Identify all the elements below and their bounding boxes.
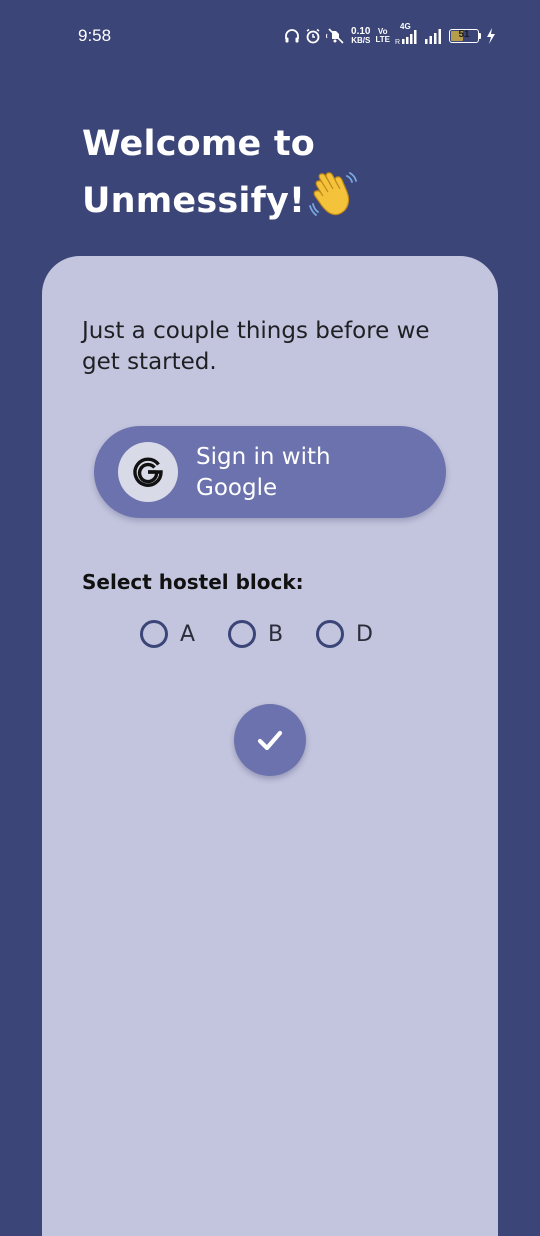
google-sign-in-button[interactable]: Sign in with Google: [94, 426, 446, 518]
network-speed-unit: KB/S: [351, 36, 371, 45]
status-icons: 0.10 KB/S Vo LTE 4G R 51: [284, 23, 496, 48]
alarm-icon: [305, 28, 321, 44]
welcome-title-line2: Unmessify!: [82, 181, 306, 221]
onboarding-card: Just a couple things before we get start…: [42, 256, 498, 1236]
google-label-line1: Sign in with: [196, 444, 331, 470]
signal-icon: [424, 28, 444, 44]
status-time: 9:58: [78, 26, 112, 45]
welcome-title: Welcome to Unmessify!: [82, 118, 502, 233]
radio-button-b[interactable]: [228, 620, 256, 648]
google-label-line2: Google: [196, 475, 278, 501]
radio-label-d: D: [356, 621, 373, 647]
radio-option-d[interactable]: D: [316, 620, 382, 648]
headphones-icon: [284, 28, 300, 44]
intro-text: Just a couple things before we get start…: [82, 318, 430, 375]
radio-label-b: B: [268, 621, 284, 647]
volte-badge: Vo LTE: [375, 28, 390, 44]
radio-option-a[interactable]: A: [140, 620, 206, 648]
battery-icon: 51: [449, 29, 481, 43]
radio-button-d[interactable]: [316, 620, 344, 648]
google-sign-in-label: Sign in with Google: [196, 442, 396, 504]
radio-label-a: A: [180, 621, 196, 647]
battery-level: 51: [458, 29, 470, 40]
welcome-title-line1: Welcome to: [82, 124, 316, 164]
status-bar: 9:58 0.10 KB/S Vo LTE 4G R 51: [0, 0, 540, 72]
hostel-block-radio-group: A B D: [140, 620, 382, 648]
network-speed: 0.10 KB/S: [351, 27, 370, 45]
google-logo-circle: [118, 442, 178, 502]
mute-icon: [326, 28, 346, 44]
radio-option-b[interactable]: B: [228, 620, 294, 648]
svg-text:R: R: [395, 39, 400, 45]
radio-button-a[interactable]: [140, 620, 168, 648]
volte-bottom: LTE: [375, 35, 390, 44]
signal-icon-4g: 4G R: [395, 23, 419, 45]
hostel-block-label: Select hostel block:: [82, 570, 304, 594]
confirm-button[interactable]: [234, 704, 306, 776]
charging-icon: [486, 28, 496, 44]
waving-hand-icon: [309, 170, 358, 233]
network-type: 4G: [400, 22, 411, 31]
